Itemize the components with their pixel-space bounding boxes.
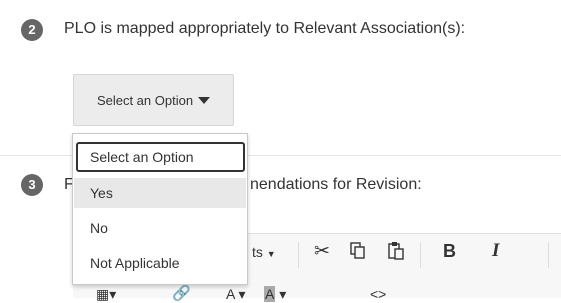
background-color-button[interactable]: A ▾ bbox=[264, 286, 286, 303]
toolbar-separator bbox=[420, 242, 421, 268]
option-no[interactable]: No bbox=[76, 213, 245, 243]
select-option-dropdown[interactable]: Select an Option bbox=[73, 74, 234, 126]
question-text-suffix: nendations for Revision: bbox=[250, 176, 422, 193]
toolbar-separator bbox=[548, 242, 549, 268]
link-icon[interactable]: 🔗 bbox=[172, 284, 191, 302]
italic-button[interactable]: I bbox=[492, 240, 499, 262]
bg-color-label: A bbox=[264, 286, 276, 302]
question-text: PLO is mapped appropriately to Relevant … bbox=[64, 20, 466, 37]
option-yes[interactable]: Yes bbox=[74, 178, 246, 208]
bold-button[interactable]: B bbox=[443, 241, 456, 262]
option-not-applicable[interactable]: Not Applicable bbox=[76, 248, 245, 278]
formats-label: ts bbox=[252, 244, 263, 260]
paste-icon[interactable] bbox=[388, 241, 404, 264]
font-color-button[interactable]: A ▾ bbox=[226, 286, 246, 303]
select-label: Select an Option bbox=[96, 92, 194, 108]
caret-down-icon bbox=[198, 97, 211, 104]
toolbar-separator bbox=[298, 242, 299, 268]
table-icon[interactable]: ▦▾ bbox=[96, 286, 116, 303]
font-color-label: A bbox=[226, 286, 235, 302]
copy-icon[interactable] bbox=[350, 242, 366, 264]
source-code-button[interactable]: <> bbox=[370, 286, 386, 302]
option-dropdown-list: Select an Option Yes No Not Applicable bbox=[72, 133, 248, 285]
question-number-badge: 2 bbox=[21, 19, 43, 41]
question-number-badge: 3 bbox=[21, 174, 43, 196]
option-select-an-option[interactable]: Select an Option bbox=[76, 142, 245, 172]
formats-menu[interactable]: ts ▼ bbox=[252, 244, 276, 260]
cut-icon[interactable]: ✂ bbox=[314, 240, 330, 263]
caret-down-icon: ▼ bbox=[266, 249, 276, 259]
